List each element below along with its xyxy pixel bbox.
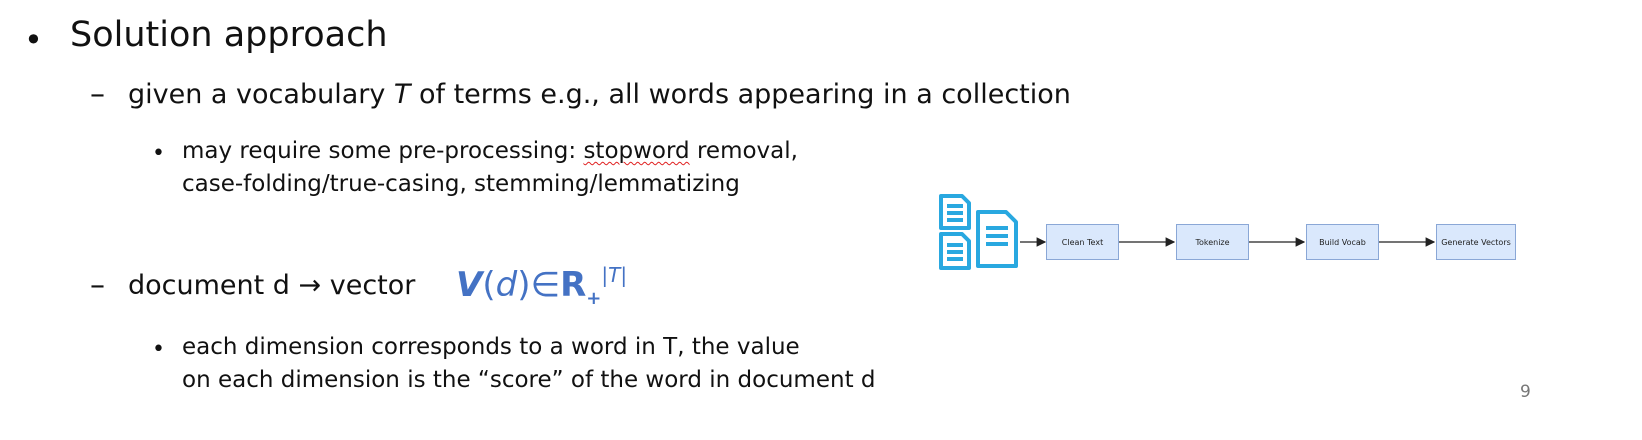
vocabulary-line: given a vocabulary T of terms e.g., all … [128,80,1071,110]
heading-solution-approach: Solution approach [70,15,388,55]
formula-subscript: + [586,288,602,309]
preprocessing-note: may require some pre-processing: stopwor… [182,135,798,202]
document-text: document d [128,270,299,301]
document-vector-line: document d → vector [128,271,415,301]
vocabulary-text-after: of terms e.g., all words appearing in a … [410,79,1071,110]
vocabulary-var-T: T [393,79,411,110]
arrow-icon: → [298,270,322,301]
preprocessing-text-after: removal, [689,138,798,164]
formula-paren-close: ) [517,265,531,305]
dimension-line-2: on each dimension is the “score” of the … [182,367,876,394]
dimension-line-1: each dimension corresponds to a word in … [182,334,800,360]
step-clean-text: Clean Text [1046,224,1119,260]
dash-marker: – [90,77,105,112]
vector-formula: V(d)∈R+|T| [456,263,627,309]
dash-marker: – [90,268,105,303]
step-tokenize: Tokenize [1176,224,1249,260]
documents-icon [939,194,1018,270]
spellcheck-word: stopword [583,138,690,164]
formula-superscript: |T| [601,263,628,287]
formula-element-of: ∈ [530,265,561,305]
sub-bullet-marker: • [152,337,165,362]
formula-V: V [456,265,483,305]
preprocessing-text: may require some pre-processing: [182,138,584,164]
step-build-vocab: Build Vocab [1306,224,1379,260]
formula-R: R [560,265,587,305]
preprocessing-line-1: may require some pre-processing: stopwor… [182,135,798,168]
step-generate-vectors: Generate Vectors [1436,224,1516,260]
vocabulary-text-before: given a vocabulary [128,79,394,110]
dimension-note: each dimension corresponds to a word in … [182,331,876,398]
sub-bullet-marker: • [152,141,165,166]
formula-paren-open: ( [482,265,496,305]
page-number: 9 [1520,382,1531,402]
formula-d: d [495,265,518,305]
bullet-marker: • [24,21,43,59]
vector-text: vector [321,270,416,301]
preprocessing-line-2: case-folding/true-casing, stemming/lemma… [182,171,740,198]
